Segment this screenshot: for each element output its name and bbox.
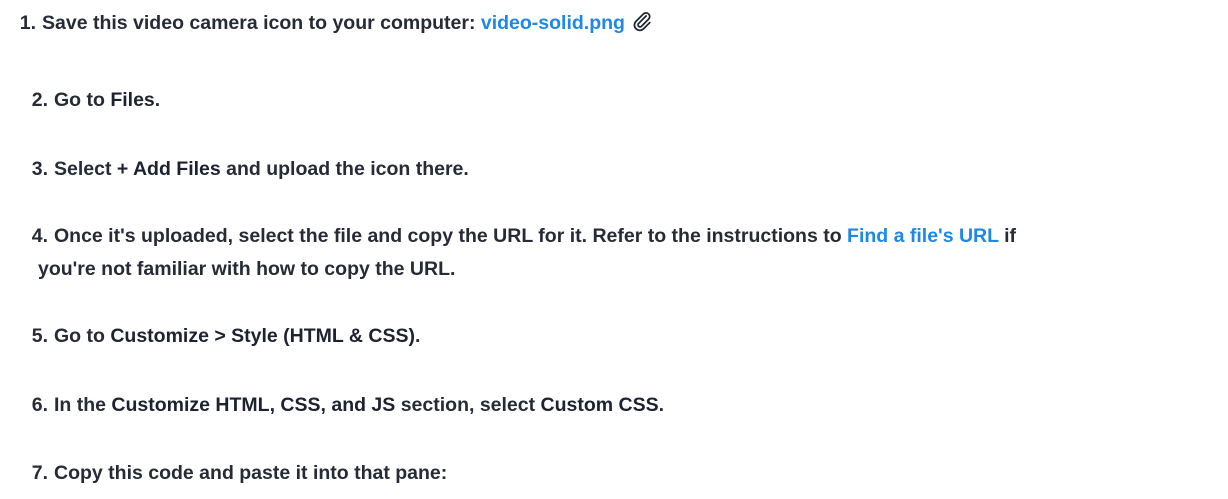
step-text: Select <box>54 158 117 180</box>
step-text: Once it's uploaded, select the file and … <box>54 225 848 247</box>
step-3: 3. Select + Add Files and upload the icon… <box>10 153 1190 186</box>
step-number: 3. <box>31 158 48 180</box>
step-text: Save this video camera icon to your comp… <box>42 12 481 34</box>
step-number: 5. <box>31 325 48 347</box>
step-2: 2. Go to Files. <box>10 84 1190 117</box>
step-number: 1. <box>19 12 36 34</box>
step-text: Copy this code and paste it into that pa… <box>54 462 448 484</box>
step-number: 2. <box>31 89 48 111</box>
step-6: 6. In the Customize HTML, CSS, and JS sec… <box>10 389 1190 422</box>
step-text-end: and upload the icon there. <box>220 158 469 180</box>
step-number: 6. <box>31 394 48 416</box>
custom-css-label: Custom CSS <box>540 394 659 416</box>
step-1: 1. Save this video camera icon to your co… <box>12 7 1192 40</box>
add-files-label: + Add Files <box>116 158 221 180</box>
step-text-end: . <box>658 394 665 416</box>
step-text-end: . <box>154 89 161 111</box>
customize-section-label: Customize HTML, CSS, and JS <box>111 394 396 416</box>
find-file-url-link[interactable]: Find a file's URL <box>847 225 999 247</box>
instruction-steps-list: 1. Save this video camera icon to your co… <box>0 0 1228 499</box>
step-text: Go to <box>54 325 111 347</box>
step-4: 4. Once it's uploaded, select the file an… <box>10 220 1190 286</box>
step-text: In the <box>54 394 112 416</box>
step-text: Go to <box>54 89 111 111</box>
step-7: 7. Copy this code and paste it into that … <box>10 457 1190 490</box>
video-solid-file-link[interactable]: video-solid.png <box>481 12 625 34</box>
step-text-end: . <box>414 325 421 347</box>
step-number: 4. <box>31 225 48 247</box>
step-text-line2: you're not familiar with how to copy the… <box>38 258 456 280</box>
files-label: Files <box>110 89 155 111</box>
step-number: 7. <box>31 462 48 484</box>
step-text-middle: section, select <box>395 394 541 416</box>
paperclip-icon <box>631 10 653 32</box>
step-text-end: if <box>998 225 1017 247</box>
customize-style-path: Customize > Style (HTML & CSS) <box>110 325 415 347</box>
step-5: 5. Go to Customize > Style (HTML & CSS). <box>10 320 1190 353</box>
